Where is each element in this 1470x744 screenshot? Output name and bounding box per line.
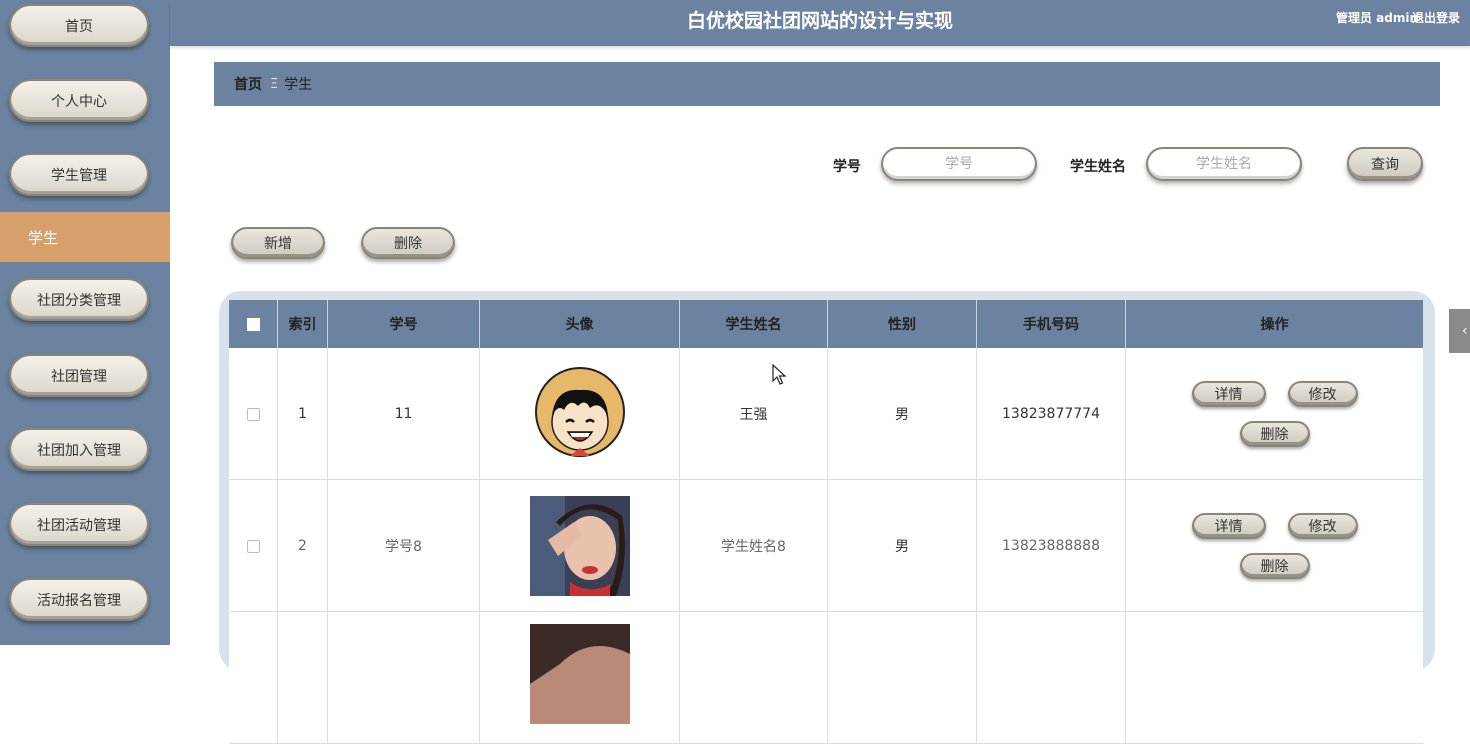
cell-name: 王强 [680,348,828,480]
row-checkbox[interactable] [246,539,260,553]
sidebar-item-personal-center[interactable]: 个人中心 [9,79,149,122]
cell-phone [977,612,1126,744]
student-name-input[interactable] [1146,147,1302,181]
student-name-label: 学生姓名 [1070,159,1126,175]
select-all-checkbox[interactable] [246,317,260,331]
current-user: 管理员 admin [1335,11,1418,25]
sidebar-item-activity-signup[interactable]: 活动报名管理 [9,578,149,621]
breadcrumb: 首页 Ξ 学生 [214,62,1440,106]
header-name: 学生姓名 [680,300,828,348]
sidebar-item-club-join[interactable]: 社团加入管理 [9,428,149,471]
sidebar-item-club-activity[interactable]: 社团活动管理 [9,503,149,546]
table-row [229,612,1423,744]
cell-index [278,612,328,744]
row-select-cell [229,612,278,744]
select-all-cell [229,300,278,348]
cell-student-no: 11 [328,348,480,480]
cell-gender: 男 [828,480,977,612]
cell-avatar [480,480,680,612]
table-container: 索引 学号 头像 学生姓名 性别 手机号码 操作 1 11 王强 男 13823… [219,291,1435,744]
avatar-cartoon-boy-straw-hat [534,367,625,457]
cell-name: 学生姓名8 [680,480,828,612]
sidebar-item-student[interactable]: 学生 [0,212,170,262]
top-header: 白优校园社团网站的设计与实现 管理员 admin 退出登录 [170,0,1470,46]
sidebar-item-student-management[interactable]: 学生管理 [9,153,149,196]
edit-button[interactable]: 修改 [1287,381,1358,407]
table-row: 2 学号8 学生姓名8 男 13823888888 详情 修改 删除 [229,480,1423,612]
header-index: 索引 [278,300,328,348]
row-checkbox[interactable] [246,407,260,421]
cell-avatar [480,348,680,480]
student-no-label: 学号 [833,159,861,175]
cell-student-no [328,612,480,744]
breadcrumb-separator-icon: Ξ [270,76,279,92]
row-select-cell [229,480,278,612]
row-delete-button[interactable]: 删除 [1239,553,1310,579]
cell-student-no: 学号8 [328,480,480,612]
header-operations: 操作 [1260,317,1289,333]
header-phone: 手机号码 [977,300,1126,348]
avatar-girl-photo [529,496,630,596]
cell-operations [1126,612,1423,744]
sidebar-item-club-category[interactable]: 社团分类管理 [9,278,149,321]
edit-button[interactable]: 修改 [1287,513,1358,539]
sidebar: 首页 个人中心 学生管理 学生 社团分类管理 社团管理 社团加入管理 社团活动管… [0,0,170,645]
cell-gender: 男 [828,348,977,480]
breadcrumb-current: 学生 [284,77,313,93]
table-header: 索引 学号 头像 学生姓名 性别 手机号码 操作 [229,300,1423,348]
breadcrumb-home[interactable]: 首页 [234,74,262,94]
sidebar-item-home[interactable]: 首页 [9,4,149,47]
detail-button[interactable]: 详情 [1191,381,1266,407]
query-button[interactable]: 查询 [1347,147,1423,181]
header-avatar: 头像 [480,300,680,348]
cell-index: 1 [278,348,328,480]
collapse-handle[interactable]: ‹ [1449,309,1470,353]
avatar-photo [529,624,630,724]
table-row: 1 11 王强 男 13823877774 详情 修改 删除 [229,348,1423,480]
detail-button[interactable]: 详情 [1191,513,1266,539]
cell-index: 2 [278,480,328,612]
cell-phone: 13823877774 [977,348,1126,480]
row-delete-button[interactable]: 删除 [1239,421,1310,447]
sidebar-item-club-management[interactable]: 社团管理 [9,354,149,397]
cell-avatar [480,612,680,744]
mouse-cursor-icon [772,364,787,385]
delete-button[interactable]: 删除 [361,227,455,259]
cell-operations: 详情 修改 删除 [1126,480,1423,612]
header-student-no: 学号 [328,300,480,348]
site-title: 白优校园社团网站的设计与实现 [686,10,953,32]
student-no-input[interactable] [881,147,1037,181]
data-table: 索引 学号 头像 学生姓名 性别 手机号码 操作 1 11 王强 男 13823… [229,300,1423,744]
cell-name [680,612,828,744]
cell-phone: 13823888888 [977,480,1126,612]
add-button[interactable]: 新增 [231,227,325,259]
cell-gender [828,612,977,744]
cell-operations: 详情 修改 删除 [1126,348,1423,480]
header-gender: 性别 [828,300,977,348]
chevron-left-icon: ‹ [1462,323,1468,339]
row-select-cell [229,348,278,480]
logout-link[interactable]: 退出登录 [1412,9,1460,26]
